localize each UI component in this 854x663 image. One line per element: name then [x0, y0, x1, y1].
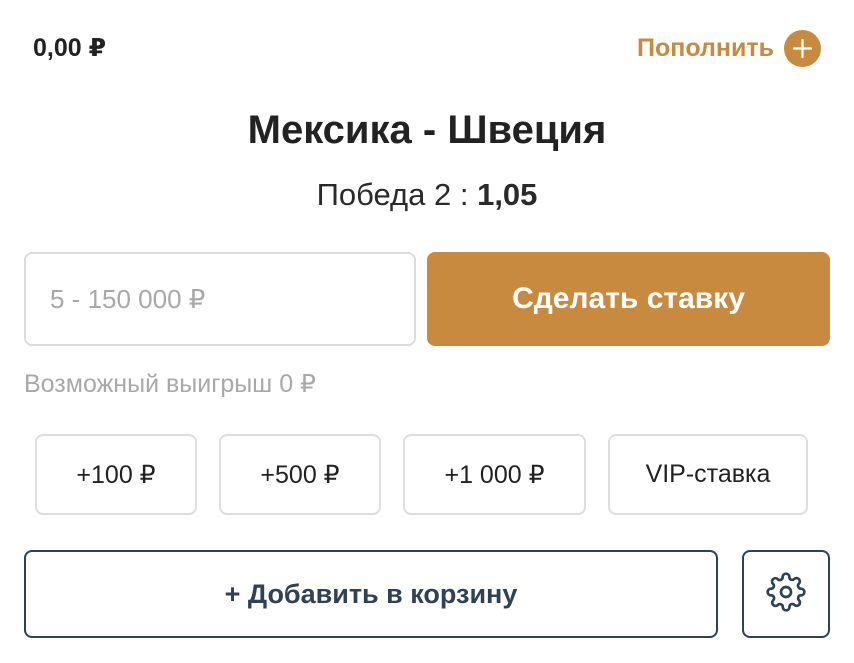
gear-icon [766, 571, 806, 617]
bet-amount-input[interactable] [24, 252, 416, 346]
top-bar: 0,00 ₽ Пополнить [33, 28, 821, 68]
bet-outcome: Победа 2 : 1,05 [0, 177, 854, 213]
vip-bet-button[interactable]: VIP-ставка [608, 434, 808, 515]
plus-circle-icon [784, 29, 821, 67]
quick-amount-500-button[interactable]: +500 ₽ [219, 434, 381, 515]
match-title: Мексика - Швеция [247, 108, 607, 152]
possible-winnings: Возможный выигрыш 0 ₽ [24, 370, 316, 398]
outcome-label: Победа 2 : [316, 177, 478, 212]
odds-value: 1,05 [477, 177, 538, 212]
topup-button[interactable]: Пополнить [637, 29, 821, 67]
place-bet-button[interactable]: Сделать ставку [427, 252, 830, 346]
balance-display: 0,00 ₽ [33, 34, 106, 62]
quick-amount-1000-button[interactable]: +1 000 ₽ [403, 434, 586, 515]
quick-amount-100-button[interactable]: +100 ₽ [35, 434, 197, 515]
settings-button[interactable] [742, 550, 830, 638]
add-to-cart-button[interactable]: + Добавить в корзину [24, 550, 718, 638]
topup-label: Пополнить [637, 33, 774, 62]
